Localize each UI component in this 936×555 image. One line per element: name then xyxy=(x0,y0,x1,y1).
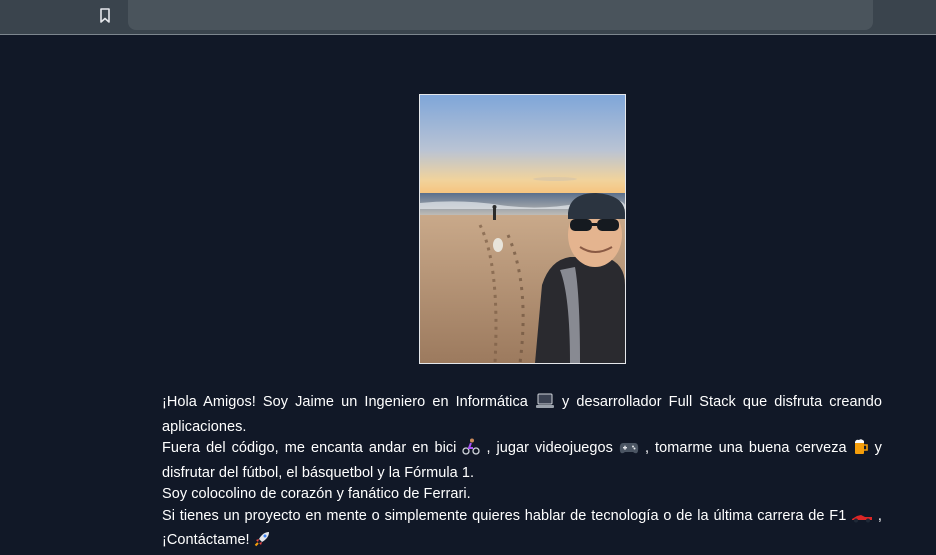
bookmark-icon[interactable] xyxy=(97,7,113,24)
bio-paragraph-hobbies: Fuera del código, me encanta andar en bi… xyxy=(162,438,882,484)
profile-photo xyxy=(419,94,626,364)
address-bar[interactable] xyxy=(128,0,873,30)
race-car-icon xyxy=(851,509,873,531)
bio-paragraph-contact: Si tienes un proyecto en mente o simplem… xyxy=(162,506,882,555)
cyclist-icon xyxy=(462,438,481,463)
beach-selfie-image xyxy=(420,95,625,363)
bio-text-span: , jugar videojuegos xyxy=(486,440,613,456)
bio-text-span: ¡Hola Amigos! Soy Jaime un Ingeniero en … xyxy=(162,394,528,410)
bio-text-span: Si tienes un proyecto en mente o simplem… xyxy=(162,507,847,524)
browser-toolbar xyxy=(0,0,936,35)
game-controller-icon xyxy=(619,441,639,463)
beer-mug-icon xyxy=(853,438,869,463)
bio-text: ¡Hola Amigos! Soy Jaime un Ingeniero en … xyxy=(162,392,882,555)
bio-text-span: Fuera del código, me encanta andar en bi… xyxy=(162,440,457,456)
rocket-icon xyxy=(254,530,271,555)
bio-paragraph-intro: ¡Hola Amigos! Soy Jaime un Ingeniero en … xyxy=(162,392,882,438)
bio-text-span: , tomarme una buena cerveza xyxy=(644,440,847,456)
bio-paragraph-team: Soy colocolino de corazón y fanático de … xyxy=(162,486,471,502)
laptop-icon xyxy=(535,393,555,417)
